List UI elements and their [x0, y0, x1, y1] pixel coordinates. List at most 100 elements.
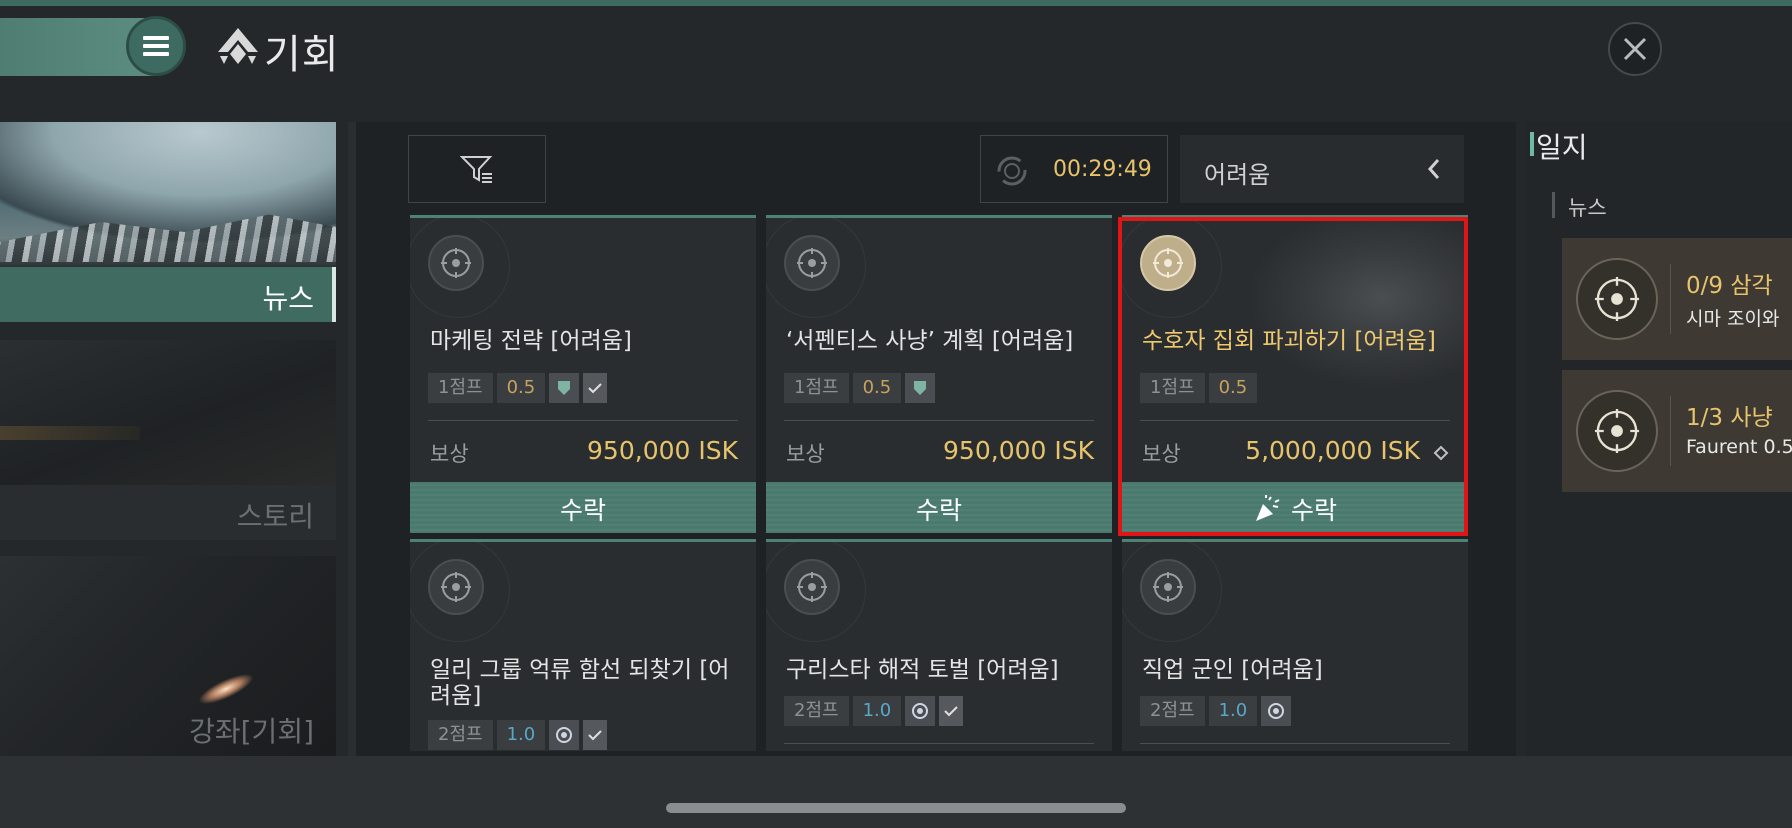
reward-amount: 5,000,000 ISK	[1245, 436, 1420, 465]
accept-button-label: 수락	[1290, 496, 1337, 525]
tag-link-icon	[1433, 445, 1449, 461]
nav-item-lecture[interactable]: 강좌[기회]	[0, 556, 336, 756]
journal-entry[interactable]: 1/3 사냥 Faurent 0.5	[1562, 370, 1792, 492]
jumps-badge: 1점프	[784, 373, 849, 403]
mission-tags: 1점프 0.5	[784, 373, 936, 403]
journal-title-accent	[1530, 132, 1534, 156]
divider	[784, 743, 1094, 744]
journal-section-accent	[1552, 192, 1555, 218]
security-badge: 1.0	[496, 720, 546, 750]
agent-emblem-icon	[1576, 390, 1658, 472]
faction-orb-icon	[1261, 696, 1292, 726]
jumps-badge: 1점프	[1140, 373, 1205, 403]
close-button[interactable]	[1608, 22, 1662, 76]
mission-card[interactable]: 일리 그룹 억류 함선 되찾기 [어려움] 2점프 1.0	[410, 539, 756, 751]
timer-text: 00:29:49	[1053, 157, 1152, 182]
journal-entry-progress: 1/3 사냥	[1686, 405, 1773, 431]
faction-shield-icon	[905, 373, 936, 403]
security-badge: 1.0	[852, 696, 902, 726]
faction-orb-icon	[549, 720, 580, 750]
selected-indicator	[332, 267, 336, 322]
nav-item-story[interactable]: 스토리	[0, 340, 336, 540]
close-icon	[1623, 37, 1647, 61]
nav-item-label: 뉴스	[262, 282, 314, 315]
accept-button[interactable]: 수락	[766, 482, 1112, 533]
page-title: 기회	[264, 32, 340, 78]
reward-amount: 950,000 ISK	[587, 436, 738, 465]
separator	[1670, 264, 1671, 334]
agent-emblem-icon	[1140, 235, 1196, 291]
difficulty-value: 어려움	[1204, 161, 1271, 189]
faction-shield-icon	[549, 373, 580, 403]
agent-emblem-icon	[1576, 258, 1658, 340]
mission-card[interactable]: 직업 군인 [어려움] 2점프 1.0	[1122, 539, 1468, 751]
nav-news-label-bar: 뉴스	[0, 267, 336, 322]
party-popper-icon	[1255, 495, 1280, 521]
separator	[1670, 396, 1671, 466]
jumps-badge: 1점프	[428, 373, 493, 403]
reward-amount: 950,000 ISK	[943, 436, 1094, 465]
mission-tags: 2점프 1.0	[1140, 696, 1292, 726]
story-banner-image	[0, 340, 336, 485]
journal-entry[interactable]: 0/9 삼각 시마 조이와	[1562, 238, 1792, 360]
difficulty-dropdown[interactable]: 어려움	[1180, 135, 1464, 203]
faction-orb-icon	[905, 696, 936, 726]
security-badge: 1.0	[1208, 696, 1258, 726]
mission-tags: 2점프 1.0	[784, 696, 964, 726]
journal-entry-progress: 0/9 삼각	[1686, 273, 1773, 299]
opportunity-logo-icon	[218, 28, 258, 64]
reward-label: 보상	[1142, 442, 1181, 466]
mission-title: 마케팅 전략 [어려움]	[430, 328, 632, 354]
journal-title: 일지	[1536, 131, 1588, 164]
check-icon	[583, 373, 608, 403]
jumps-badge: 2점프	[784, 696, 849, 726]
divider	[784, 420, 1094, 421]
mission-tags: 1점프 0.5	[428, 373, 608, 403]
nav-story-label-bar: 스토리	[0, 485, 336, 540]
divider	[1140, 743, 1450, 744]
check-icon	[583, 720, 608, 750]
mission-tags: 1점프 0.5	[1140, 373, 1258, 403]
filter-icon	[460, 156, 493, 183]
mission-card-featured[interactable]: 수호자 집회 파괴하기 [어려움] 1점프 0.5 보상 5,000,000 I…	[1122, 215, 1468, 533]
mission-title: 직업 군인 [어려움]	[1142, 657, 1323, 683]
divider	[1140, 420, 1450, 421]
agent-emblem-icon	[784, 559, 840, 615]
security-badge: 0.5	[852, 373, 902, 403]
menu-button[interactable]	[126, 16, 186, 76]
agent-emblem-icon	[1140, 559, 1196, 615]
mission-card[interactable]: 구리스타 해적 토벌 [어려움] 2점프 1.0	[766, 539, 1112, 751]
security-badge: 0.5	[1208, 373, 1258, 403]
divider	[428, 420, 738, 421]
mission-title: 구리스타 해적 토벌 [어려움]	[786, 657, 1059, 683]
jumps-badge: 2점프	[428, 720, 493, 750]
accept-button[interactable]: 수락	[1122, 482, 1468, 533]
mission-title: 수호자 집회 파괴하기 [어려움]	[1142, 328, 1436, 354]
refresh-timer: 00:29:49	[980, 135, 1168, 203]
nav-item-news[interactable]: 뉴스	[0, 122, 336, 322]
reward-label: 보상	[786, 442, 825, 466]
agent-emblem-icon	[428, 559, 484, 615]
check-icon	[939, 696, 964, 726]
chevron-left-icon	[1427, 159, 1440, 179]
bottom-bar	[0, 756, 1792, 828]
security-badge: 0.5	[496, 373, 546, 403]
home-indicator[interactable]	[666, 803, 1126, 813]
journal-entry-subtitle: 시마 조이와	[1686, 308, 1780, 330]
reward-label: 보상	[430, 442, 469, 466]
journal-section-label: 뉴스	[1568, 196, 1607, 220]
nav-item-label: 스토리	[236, 500, 314, 533]
mission-tags: 2점프 1.0	[428, 720, 608, 750]
journal-entry-subtitle: Faurent 0.5	[1686, 436, 1792, 458]
mission-card[interactable]: 마케팅 전략 [어려움] 1점프 0.5 보상 950,000 ISK 수락	[410, 215, 756, 533]
mission-title: ‘서펜티스 사냥’ 계획 [어려움]	[786, 328, 1074, 354]
mission-card[interactable]: ‘서펜티스 사냥’ 계획 [어려움] 1점프 0.5 보상 950,000 IS…	[766, 215, 1112, 533]
agent-emblem-icon	[784, 235, 840, 291]
top-accent-line	[0, 0, 1792, 6]
hamburger-icon	[143, 36, 169, 56]
refresh-icon	[997, 156, 1027, 186]
accept-button[interactable]: 수락	[410, 482, 756, 533]
jumps-badge: 2점프	[1140, 696, 1205, 726]
nav-item-label: 강좌[기회]	[189, 715, 314, 748]
filter-button[interactable]	[408, 135, 546, 203]
